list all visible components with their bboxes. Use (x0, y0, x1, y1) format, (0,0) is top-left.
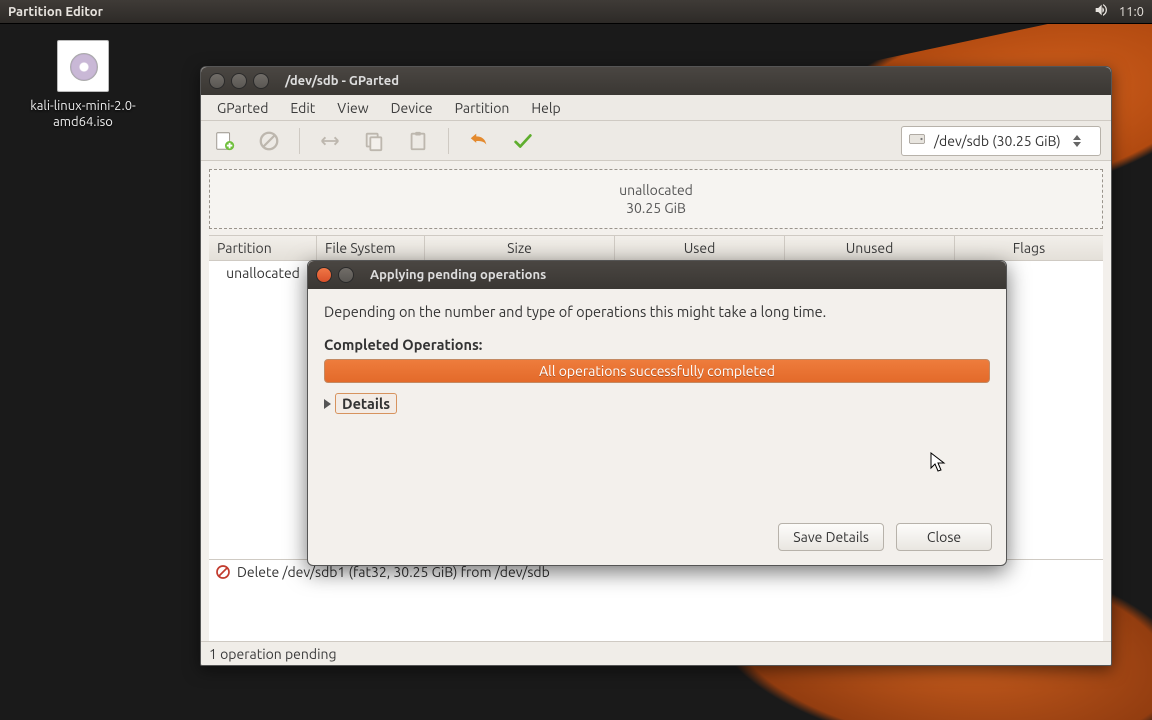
toolbar: /dev/sdb (30.25 GiB) (201, 121, 1111, 161)
dialog-body: Depending on the number and type of oper… (308, 289, 1006, 511)
harddisk-icon (908, 130, 926, 151)
details-expander[interactable]: Details (324, 393, 990, 414)
toolbar-separator (299, 128, 300, 154)
dialog-intro: Depending on the number and type of oper… (324, 303, 990, 320)
minimize-icon[interactable] (338, 267, 354, 283)
window-titlebar[interactable]: /dev/sdb - GParted (201, 67, 1111, 95)
desktop-file-iso[interactable]: kali-linux-mini-2.0-amd64.iso (28, 40, 138, 131)
dialog-titlebar[interactable]: Applying pending operations (308, 261, 1006, 289)
dialog-title: Applying pending operations (370, 268, 546, 282)
new-partition-icon[interactable] (211, 127, 239, 155)
pending-operations: Delete /dev/sdb1 (fat32, 30.25 GiB) from… (209, 559, 1103, 641)
partition-map[interactable]: unallocated 30.25 GiB (209, 169, 1103, 229)
window-title: /dev/sdb - GParted (285, 74, 399, 88)
partition-map-size: 30.25 GiB (619, 199, 693, 217)
col-partition[interactable]: Partition (209, 236, 317, 260)
desktop-top-panel: Partition Editor 11:0 (0, 0, 1152, 24)
progress-bar: All operations successfully completed (324, 359, 990, 383)
delete-op-icon (215, 564, 231, 583)
menu-gparted[interactable]: GParted (207, 97, 278, 119)
cell-partition: unallocated (209, 261, 317, 285)
minimize-icon[interactable] (231, 73, 247, 89)
close-button[interactable]: Close (896, 523, 992, 551)
menu-partition[interactable]: Partition (445, 97, 520, 119)
table-header: Partition File System Size Used Unused F… (209, 235, 1103, 261)
status-text: 1 operation pending (209, 646, 337, 662)
desktop-file-label: kali-linux-mini-2.0-amd64.iso (28, 98, 138, 131)
apply-icon[interactable] (509, 127, 537, 155)
toolbar-separator (448, 128, 449, 154)
device-selector-label: /dev/sdb (30.25 GiB) (934, 133, 1061, 149)
col-used[interactable]: Used (615, 236, 785, 260)
menubar: GParted Edit View Device Partition Help (201, 95, 1111, 121)
panel-clock: 11:0 (1119, 5, 1144, 19)
col-size[interactable]: Size (425, 236, 615, 260)
details-label: Details (335, 393, 397, 414)
col-filesystem[interactable]: File System (317, 236, 425, 260)
save-details-button[interactable]: Save Details (778, 523, 884, 551)
menu-view[interactable]: View (327, 97, 378, 119)
progress-text: All operations successfully completed (539, 363, 775, 379)
panel-app-title: Partition Editor (8, 5, 1093, 19)
paste-icon[interactable] (404, 127, 432, 155)
maximize-icon[interactable] (253, 73, 269, 89)
partition-map-label: unallocated (619, 181, 693, 199)
device-selector[interactable]: /dev/sdb (30.25 GiB) (901, 126, 1101, 156)
col-unused[interactable]: Unused (785, 236, 955, 260)
menu-edit[interactable]: Edit (280, 97, 325, 119)
statusbar: 1 operation pending (201, 641, 1111, 665)
panel-tray: 11:0 (1093, 2, 1144, 21)
close-icon[interactable] (209, 73, 225, 89)
apply-operations-dialog: Applying pending operations Depending on… (307, 260, 1007, 566)
delete-icon[interactable] (255, 127, 283, 155)
disc-icon (57, 40, 109, 92)
pending-op-text: Delete /dev/sdb1 (fat32, 30.25 GiB) from… (237, 564, 550, 580)
completed-label: Completed Operations: (324, 336, 990, 353)
dialog-buttons: Save Details Close (308, 511, 1006, 565)
undo-icon[interactable] (465, 127, 493, 155)
col-flags[interactable]: Flags (955, 236, 1103, 260)
menu-device[interactable]: Device (381, 97, 443, 119)
cursor-icon (930, 452, 946, 478)
menu-help[interactable]: Help (521, 97, 570, 119)
chevron-right-icon (324, 399, 331, 409)
copy-icon[interactable] (360, 127, 388, 155)
spinbutton-icon[interactable] (1073, 135, 1081, 147)
sound-icon[interactable] (1093, 2, 1109, 21)
resize-icon[interactable] (316, 127, 344, 155)
close-icon[interactable] (316, 267, 332, 283)
